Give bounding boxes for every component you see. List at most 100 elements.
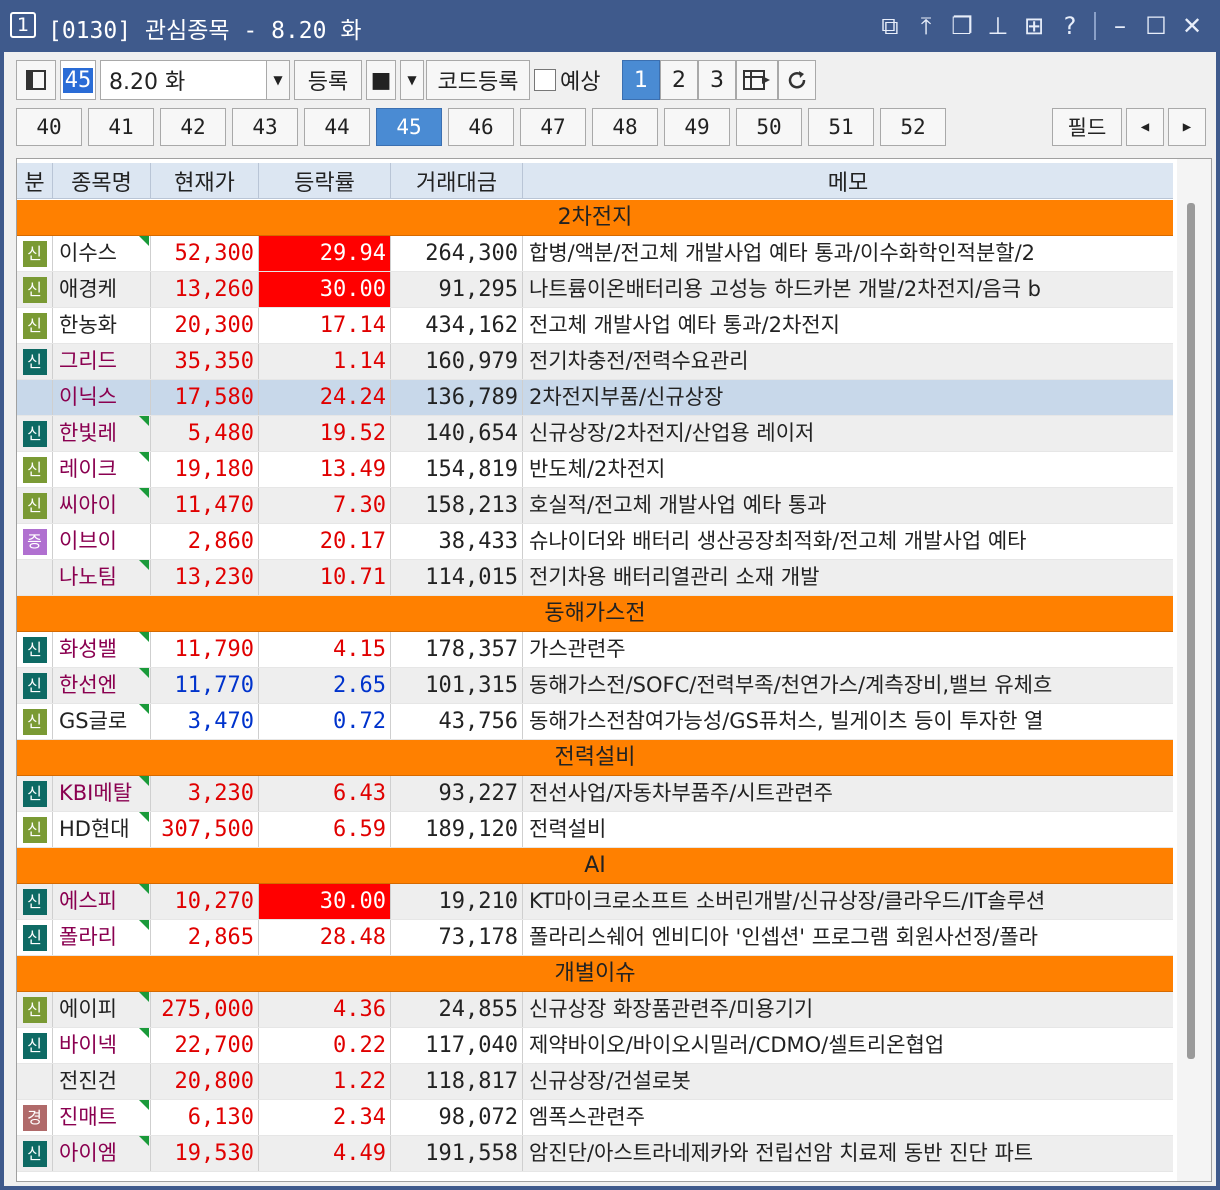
- stock-name-cell[interactable]: 한농화: [53, 308, 151, 343]
- group-header-row[interactable]: 개별이슈: [17, 956, 1173, 992]
- tab-44[interactable]: 44: [304, 108, 370, 146]
- stock-name-cell[interactable]: 폴라리: [53, 920, 151, 955]
- stock-name-cell[interactable]: 에이피: [53, 992, 151, 1027]
- cascade-window-icon[interactable]: ❐: [944, 8, 980, 44]
- rate-cell: 24.24: [259, 380, 391, 415]
- tab-scroll-left-button[interactable]: ◀: [1126, 108, 1164, 146]
- stock-name-cell[interactable]: 에스피: [53, 884, 151, 919]
- stock-name-cell[interactable]: 한빛레: [53, 416, 151, 451]
- stock-row[interactable]: 이닉스 17,580 24.24 136,789 2차전지부품/신규상장: [17, 380, 1173, 416]
- stock-row[interactable]: 신 바이넥 22,700 0.22 117,040 제약바이오/바이오시밀러/CDMO/셀…: [17, 1028, 1173, 1064]
- page-button-2[interactable]: 2: [660, 60, 698, 100]
- tab-51[interactable]: 51: [808, 108, 874, 146]
- stock-name-cell[interactable]: 씨아이: [53, 488, 151, 523]
- grid-layout-icon[interactable]: ⊞: [1016, 8, 1052, 44]
- tab-47[interactable]: 47: [520, 108, 586, 146]
- memo-cell: 전기차충전/전력수요관리: [529, 349, 749, 373]
- pushpin-icon[interactable]: ⊥: [980, 8, 1016, 44]
- tab-48[interactable]: 48: [592, 108, 658, 146]
- link-window-icon[interactable]: ⧉: [872, 8, 908, 44]
- close-icon[interactable]: ✕: [1174, 8, 1210, 44]
- stock-name-cell[interactable]: 레이크: [53, 452, 151, 487]
- stock-name-cell[interactable]: 나노팀: [53, 560, 151, 595]
- group-header-row[interactable]: 전력설비: [17, 740, 1173, 776]
- tab-46[interactable]: 46: [448, 108, 514, 146]
- page-button-3[interactable]: 3: [698, 60, 736, 100]
- stock-name-cell[interactable]: 한선엔: [53, 668, 151, 703]
- stock-row[interactable]: 신 레이크 19,180 13.49 154,819 반도체/2차전지: [17, 452, 1173, 488]
- group-header-row[interactable]: 2차전지: [17, 200, 1173, 236]
- date-combo[interactable]: 8.20 화: [100, 60, 290, 100]
- stock-name-cell[interactable]: GS글로: [53, 704, 151, 739]
- tab-scroll-right-button[interactable]: ▶: [1168, 108, 1206, 146]
- stock-row[interactable]: 전진건 20,800 1.22 118,817 신규상장/건설로봇: [17, 1064, 1173, 1100]
- tab-41[interactable]: 41: [88, 108, 154, 146]
- pin-top-icon[interactable]: ⤒: [908, 8, 944, 44]
- tab-49[interactable]: 49: [664, 108, 730, 146]
- stock-row[interactable]: 신 폴라리 2,865 28.48 73,178 폴라리스쉐어 엔비디아 '인셉션' 프로…: [17, 920, 1173, 956]
- stock-row[interactable]: 증 이브이 2,860 20.17 38,433 슈나이더와 배터리 생산공장최적화/전고…: [17, 524, 1173, 560]
- stock-row[interactable]: 신 아이엠 19,530 4.49 191,558 암진단/아스트라네제카와 전립선암 치…: [17, 1136, 1173, 1172]
- maximize-icon[interactable]: ☐: [1138, 8, 1174, 44]
- stock-name-cell[interactable]: 화성밸: [53, 632, 151, 667]
- col-header-memo[interactable]: 메모: [523, 163, 1173, 199]
- forecast-checkbox[interactable]: 예상: [534, 60, 620, 100]
- group-number-field[interactable]: 45: [60, 60, 96, 100]
- field-button[interactable]: 필드: [1052, 108, 1122, 146]
- stock-name-cell[interactable]: 바이넥: [53, 1028, 151, 1063]
- tab-40[interactable]: 40: [16, 108, 82, 146]
- stock-name-cell[interactable]: 진매트: [53, 1100, 151, 1135]
- stock-row[interactable]: 신 씨아이 11,470 7.30 158,213 호실적/전고체 개발사업 예타 통과: [17, 488, 1173, 524]
- register-button[interactable]: 등록: [294, 60, 362, 100]
- stock-row[interactable]: 신 한선엔 11,770 2.65 101,315 동해가스전/SOFC/전력부족/천연가…: [17, 668, 1173, 704]
- stock-row[interactable]: 신 KBI메탈 3,230 6.43 93,227 전선사업/자동차부품주/시트관련주: [17, 776, 1173, 812]
- col-header-category[interactable]: 분: [17, 163, 53, 199]
- date-combo-dropdown-button[interactable]: ▼: [266, 60, 290, 100]
- refresh-button[interactable]: [778, 60, 816, 100]
- minimize-icon[interactable]: –: [1102, 8, 1138, 44]
- col-header-price[interactable]: 현재가: [151, 163, 259, 199]
- vertical-scrollbar[interactable]: [1177, 159, 1211, 1181]
- stock-name-cell[interactable]: 그리드: [53, 344, 151, 379]
- stock-row[interactable]: 신 화성밸 11,790 4.15 178,357 가스관련주: [17, 632, 1173, 668]
- tab-45[interactable]: 45: [376, 108, 442, 146]
- stock-row[interactable]: 신 HD현대 307,500 6.59 189,120 전력설비: [17, 812, 1173, 848]
- stock-row[interactable]: 신 한농화 20,300 17.14 434,162 전고체 개발사업 예타 통과/2차전…: [17, 308, 1173, 344]
- stock-name-cell[interactable]: 애경케: [53, 272, 151, 307]
- checkbox-box[interactable]: [534, 69, 556, 91]
- stock-name-cell[interactable]: KBI메탈: [53, 776, 151, 811]
- stock-name-cell[interactable]: 이브이: [53, 524, 151, 559]
- sidebar-toggle-button[interactable]: [16, 60, 56, 100]
- stock-name-cell[interactable]: 이수스: [53, 236, 151, 271]
- stock-name-cell[interactable]: 아이엠: [53, 1136, 151, 1171]
- tab-42[interactable]: 42: [160, 108, 226, 146]
- col-header-volume[interactable]: 거래대금: [391, 163, 523, 199]
- group-header-row[interactable]: 동해가스전: [17, 596, 1173, 632]
- tab-52[interactable]: 52: [880, 108, 946, 146]
- stock-name-cell[interactable]: HD현대: [53, 812, 151, 847]
- stock-row[interactable]: 신 그리드 35,350 1.14 160,979 전기차충전/전력수요관리: [17, 344, 1173, 380]
- help-icon[interactable]: ?: [1052, 8, 1088, 44]
- stock-row[interactable]: 나노팀 13,230 10.71 114,015 전기차용 배터리열관리 소재 개발: [17, 560, 1173, 596]
- tab-43[interactable]: 43: [232, 108, 298, 146]
- stock-row[interactable]: 경 진매트 6,130 2.34 98,072 엠폭스관련주: [17, 1100, 1173, 1136]
- code-register-button[interactable]: 코드등록: [426, 60, 530, 100]
- export-table-button[interactable]: [736, 60, 778, 100]
- page-button-1[interactable]: 1: [622, 60, 660, 100]
- stop-dropdown-button[interactable]: ▼: [400, 60, 424, 100]
- stock-row[interactable]: 신 에스피 10,270 30.00 19,210 KT마이크로소프트 소버린개발/신규상…: [17, 884, 1173, 920]
- stop-button[interactable]: ■: [366, 60, 396, 100]
- stock-name-cell[interactable]: 전진건: [53, 1064, 151, 1099]
- stock-row[interactable]: 신 애경케 13,260 30.00 91,295 나트륨이온배터리용 고성능 하드카본 …: [17, 272, 1173, 308]
- group-header-row[interactable]: AI: [17, 848, 1173, 884]
- stock-row[interactable]: 신 이수스 52,300 29.94 264,300 합병/액분/전고체 개발사업 예타 …: [17, 236, 1173, 272]
- stock-name-cell[interactable]: 이닉스: [53, 380, 151, 415]
- stock-row[interactable]: 신 에이피 275,000 4.36 24,855 신규상장 화장품관련주/미용기기: [17, 992, 1173, 1028]
- title-bar[interactable]: 1 [0130] 관심종목 - 8.20 화 ⧉ ⤒ ❐ ⊥ ⊞ ? – ☐ ✕: [0, 0, 1220, 52]
- col-header-name[interactable]: 종목명: [53, 163, 151, 199]
- stock-row[interactable]: 신 한빛레 5,480 19.52 140,654 신규상장/2차전지/산업용 레이저: [17, 416, 1173, 452]
- col-header-rate[interactable]: 등락률: [259, 163, 391, 199]
- tab-50[interactable]: 50: [736, 108, 802, 146]
- stock-row[interactable]: 신 GS글로 3,470 0.72 43,756 동해가스전참여가능성/GS퓨처스, 빌게…: [17, 704, 1173, 740]
- scrollbar-thumb[interactable]: [1187, 203, 1195, 1059]
